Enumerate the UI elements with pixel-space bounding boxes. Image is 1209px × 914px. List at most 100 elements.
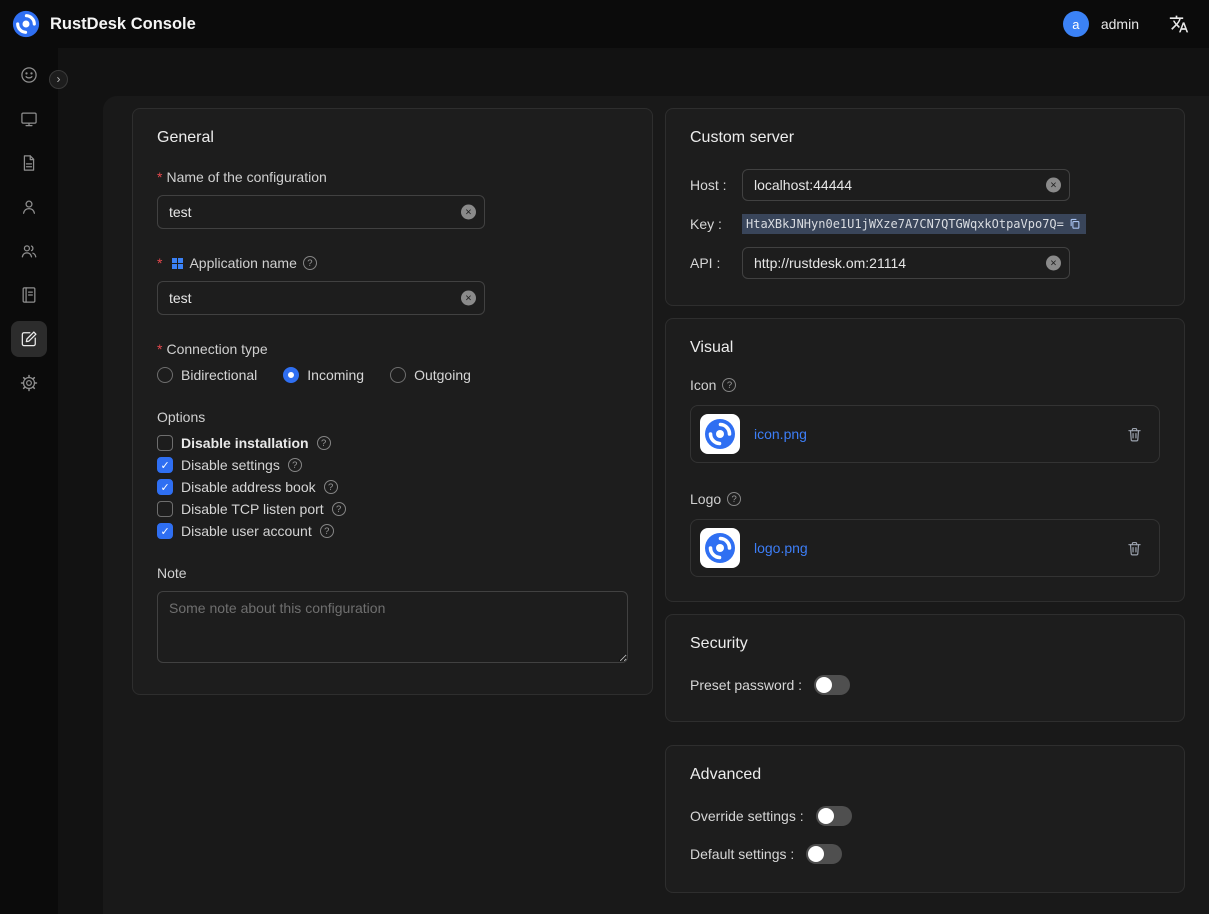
radio-dot[interactable]	[283, 367, 299, 383]
help-icon[interactable]: ?	[727, 492, 741, 506]
help-icon[interactable]: ?	[288, 458, 302, 472]
visual-card: Visual Icon ?	[665, 318, 1185, 602]
sidebar-item-documents[interactable]	[11, 145, 47, 181]
api-input[interactable]	[742, 247, 1070, 279]
copy-icon[interactable]	[1068, 217, 1082, 231]
note-textarea[interactable]	[157, 591, 628, 663]
checkbox[interactable]	[157, 457, 173, 473]
windows-icon	[172, 258, 183, 269]
sidebar	[0, 48, 58, 914]
override-settings-toggle[interactable]	[816, 806, 852, 826]
chevron-right-icon: ›	[57, 72, 61, 86]
sidebar-item-settings[interactable]	[11, 365, 47, 401]
option-disable-installation[interactable]: Disable installation ?	[157, 435, 628, 451]
visual-title: Visual	[690, 339, 1160, 357]
radio-dot[interactable]	[390, 367, 406, 383]
security-card: Security Preset password :	[665, 614, 1185, 722]
radio-incoming[interactable]: Incoming	[283, 367, 364, 383]
config-name-label: Name of the configuration	[157, 169, 327, 185]
help-icon[interactable]: ?	[303, 256, 317, 270]
app-name-input[interactable]	[157, 281, 485, 315]
icon-file-link[interactable]: icon.png	[754, 426, 807, 442]
general-card-title: General	[157, 129, 628, 147]
help-icon[interactable]: ?	[324, 480, 338, 494]
help-icon[interactable]: ?	[332, 502, 346, 516]
radio-outgoing[interactable]: Outgoing	[390, 367, 471, 383]
security-title: Security	[690, 635, 1160, 653]
trash-icon[interactable]	[1124, 424, 1145, 445]
logo-thumbnail	[700, 528, 740, 568]
config-name-field: Name of the configuration ×	[157, 169, 628, 229]
general-card: General Name of the configuration ×	[132, 108, 653, 695]
options-label: Options	[157, 409, 205, 425]
app-name-field: Application name ? ×	[157, 255, 628, 315]
default-settings-label: Default settings :	[690, 846, 794, 862]
host-label: Host :	[690, 177, 742, 193]
sidebar-item-users[interactable]	[11, 189, 47, 225]
preset-password-toggle[interactable]	[814, 675, 850, 695]
options-field: Options Disable installation ? Disable s…	[157, 409, 628, 539]
override-settings-row: Override settings :	[690, 806, 1160, 826]
checkbox[interactable]	[157, 523, 173, 539]
api-row: API : ×	[690, 247, 1160, 279]
advanced-title: Advanced	[690, 766, 1160, 784]
translate-icon[interactable]	[1167, 12, 1191, 36]
sidebar-item-dashboard[interactable]	[11, 57, 47, 93]
api-label: API :	[690, 255, 742, 271]
user-avatar[interactable]: a	[1063, 11, 1089, 37]
logbook-icon	[19, 285, 39, 305]
trash-icon[interactable]	[1124, 538, 1145, 559]
brand: RustDesk Console	[12, 10, 196, 38]
custom-server-card: Custom server Host : × Key : HtaXBkJNHyn…	[665, 108, 1185, 306]
app-name-label: Application name	[189, 255, 296, 271]
option-disable-user-account[interactable]: Disable user account ?	[157, 523, 628, 539]
rustdesk-logo-icon	[12, 10, 40, 38]
sidebar-expand-button[interactable]: ›	[49, 70, 68, 89]
sidebar-item-groups[interactable]	[11, 233, 47, 269]
required-asterisk	[157, 255, 166, 271]
options-list: Disable installation ? Disable settings …	[157, 435, 628, 539]
host-input[interactable]	[742, 169, 1070, 201]
option-disable-address-book[interactable]: Disable address book ?	[157, 479, 628, 495]
radio-bidirectional[interactable]: Bidirectional	[157, 367, 257, 383]
logo-file-link[interactable]: logo.png	[754, 540, 808, 556]
user-name[interactable]: admin	[1101, 16, 1139, 32]
edit-icon	[19, 329, 39, 349]
main-content: General Name of the configuration ×	[58, 48, 1209, 914]
checkbox[interactable]	[157, 479, 173, 495]
checkbox[interactable]	[157, 501, 173, 517]
clear-icon[interactable]: ×	[461, 205, 476, 220]
connection-type-label: Connection type	[157, 341, 268, 357]
preset-password-row: Preset password :	[690, 675, 1160, 695]
radio-dot[interactable]	[157, 367, 173, 383]
rustdesk-logo-icon	[704, 532, 736, 564]
connection-type-radio-group: Bidirectional Incoming Outgoing	[157, 367, 628, 383]
sidebar-item-logs[interactable]	[11, 277, 47, 313]
override-settings-label: Override settings :	[690, 808, 804, 824]
header: RustDesk Console a admin	[0, 0, 1209, 48]
icon-file-box: icon.png	[690, 405, 1160, 463]
key-label: Key :	[690, 216, 742, 232]
help-icon[interactable]: ?	[320, 524, 334, 538]
sidebar-item-custom-clients[interactable]	[11, 321, 47, 357]
advanced-card: Advanced Override settings : Default set…	[665, 745, 1185, 893]
clear-icon[interactable]: ×	[1046, 178, 1061, 193]
clear-icon[interactable]: ×	[461, 291, 476, 306]
note-field: Note	[157, 565, 628, 666]
app-title: RustDesk Console	[50, 15, 196, 34]
custom-server-title: Custom server	[690, 129, 1160, 147]
option-disable-tcp-listen-port[interactable]: Disable TCP listen port ?	[157, 501, 628, 517]
help-icon[interactable]: ?	[722, 378, 736, 392]
logo-label: Logo	[690, 491, 721, 507]
default-settings-toggle[interactable]	[806, 844, 842, 864]
config-name-input[interactable]	[157, 195, 485, 229]
user-icon	[19, 197, 39, 217]
icon-thumbnail	[700, 414, 740, 454]
clear-icon[interactable]: ×	[1046, 256, 1061, 271]
monitor-icon	[19, 109, 39, 129]
checkbox[interactable]	[157, 435, 173, 451]
help-icon[interactable]: ?	[317, 436, 331, 450]
option-disable-settings[interactable]: Disable settings ?	[157, 457, 628, 473]
user-group-icon	[19, 241, 39, 261]
sidebar-item-devices[interactable]	[11, 101, 47, 137]
